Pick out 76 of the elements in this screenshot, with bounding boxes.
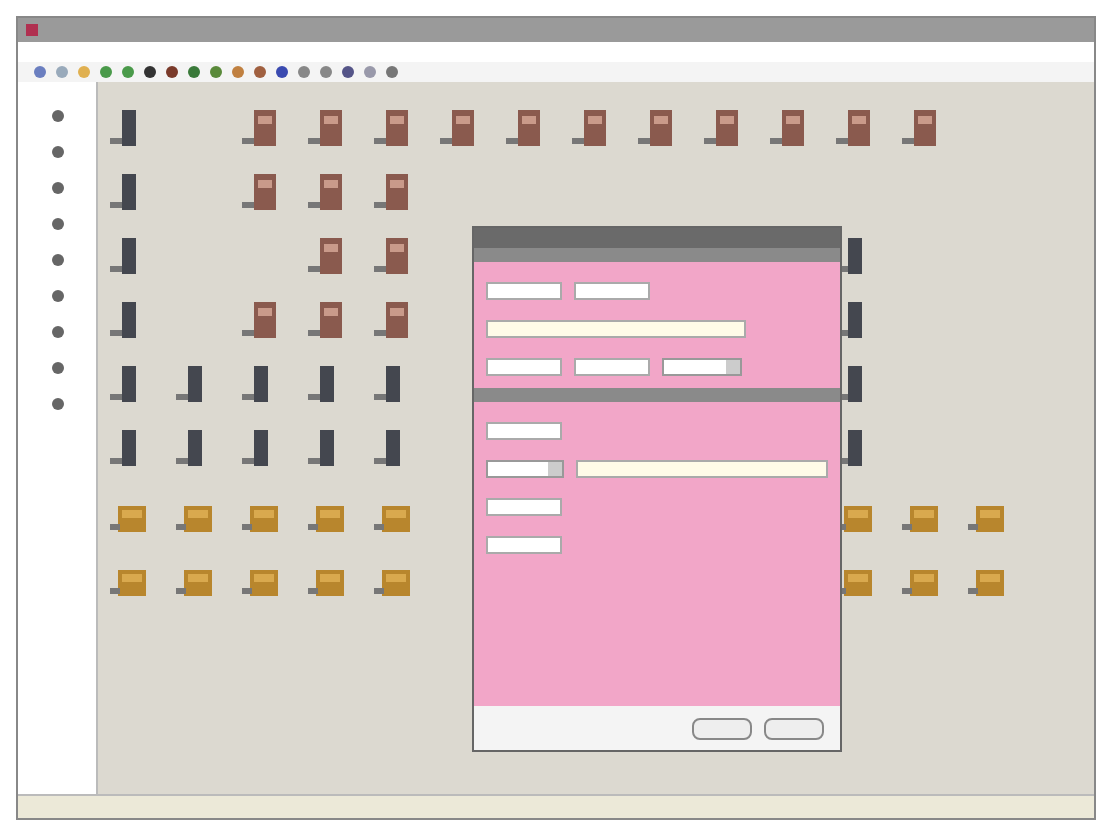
input-field[interactable] [574, 358, 650, 376]
computer-tower-icon[interactable] [110, 366, 138, 406]
crate-icon[interactable] [902, 502, 938, 534]
input-field[interactable] [486, 320, 746, 338]
server-unit-icon[interactable] [242, 302, 278, 342]
computer-tower-icon[interactable] [176, 366, 204, 406]
crate-icon[interactable] [836, 566, 872, 598]
server-unit-icon[interactable] [836, 110, 872, 150]
computer-tower-icon[interactable] [374, 430, 402, 470]
crate-icon[interactable] [968, 502, 1004, 534]
computer-tower-icon[interactable] [110, 110, 138, 150]
computer-tower-icon[interactable] [836, 430, 864, 470]
server-unit-icon[interactable] [572, 110, 608, 150]
input-field[interactable] [486, 282, 562, 300]
crate-icon[interactable] [242, 566, 278, 598]
server-unit-icon[interactable] [770, 110, 806, 150]
input-field[interactable] [486, 422, 562, 440]
server-unit-icon[interactable] [440, 110, 476, 150]
server-unit-icon[interactable] [374, 238, 410, 278]
server-unit-icon[interactable] [374, 302, 410, 342]
tool-icon[interactable] [51, 290, 63, 302]
computer-tower-icon[interactable] [110, 302, 138, 342]
computer-tower-icon[interactable] [110, 238, 138, 278]
crate-icon[interactable] [110, 502, 146, 534]
server-unit-icon[interactable] [704, 110, 740, 150]
server-unit-icon[interactable] [308, 302, 344, 342]
dropdown-field[interactable] [662, 358, 742, 376]
crate-icon[interactable] [308, 502, 344, 534]
dialog-button[interactable] [692, 717, 752, 739]
crate-icon[interactable] [176, 566, 212, 598]
dropdown-field[interactable] [486, 460, 564, 478]
crate-icon[interactable] [176, 502, 212, 534]
server-unit-icon[interactable] [308, 110, 344, 150]
crate-icon[interactable] [968, 566, 1004, 598]
input-field[interactable] [575, 460, 828, 478]
computer-tower-icon[interactable] [242, 366, 270, 406]
tool-icon[interactable] [51, 182, 63, 194]
server-unit-icon[interactable] [308, 174, 344, 214]
server-unit-icon[interactable] [638, 110, 674, 150]
server-unit-icon[interactable] [242, 110, 278, 150]
server-unit-icon[interactable] [308, 238, 344, 278]
computer-tower-icon[interactable] [176, 430, 204, 470]
tool-icon[interactable] [51, 218, 63, 230]
computer-tower-icon[interactable] [110, 430, 138, 470]
tool-icon[interactable] [51, 362, 63, 374]
computer-tower-icon[interactable] [836, 238, 864, 278]
computer-tower-icon[interactable] [110, 174, 138, 214]
crate-icon[interactable] [308, 566, 344, 598]
dialog-button[interactable] [764, 717, 824, 739]
computer-tower-icon[interactable] [374, 366, 402, 406]
computer-tower-icon[interactable] [308, 366, 336, 406]
input-field[interactable] [486, 498, 562, 516]
app-icon [26, 24, 38, 36]
crate-icon[interactable] [836, 502, 872, 534]
tool-icon[interactable] [51, 398, 63, 410]
server-unit-icon[interactable] [374, 174, 410, 214]
crate-icon[interactable] [242, 502, 278, 534]
input-field[interactable] [574, 282, 650, 300]
input-field[interactable] [486, 358, 562, 376]
computer-tower-icon[interactable] [836, 366, 864, 406]
tool-icon[interactable] [51, 146, 63, 158]
computer-tower-icon[interactable] [242, 430, 270, 470]
server-unit-icon[interactable] [242, 174, 278, 214]
crate-icon[interactable] [902, 566, 938, 598]
computer-tower-icon[interactable] [308, 430, 336, 470]
crate-icon[interactable] [374, 566, 410, 598]
tool-icon[interactable] [51, 326, 63, 338]
server-unit-icon[interactable] [374, 110, 410, 150]
computer-tower-icon[interactable] [836, 302, 864, 342]
tool-icon[interactable] [51, 254, 63, 266]
input-field[interactable] [486, 536, 562, 554]
crate-icon[interactable] [110, 566, 146, 598]
server-unit-icon[interactable] [506, 110, 542, 150]
tool-icon[interactable] [51, 110, 63, 122]
server-unit-icon[interactable] [902, 110, 938, 150]
crate-icon[interactable] [374, 502, 410, 534]
